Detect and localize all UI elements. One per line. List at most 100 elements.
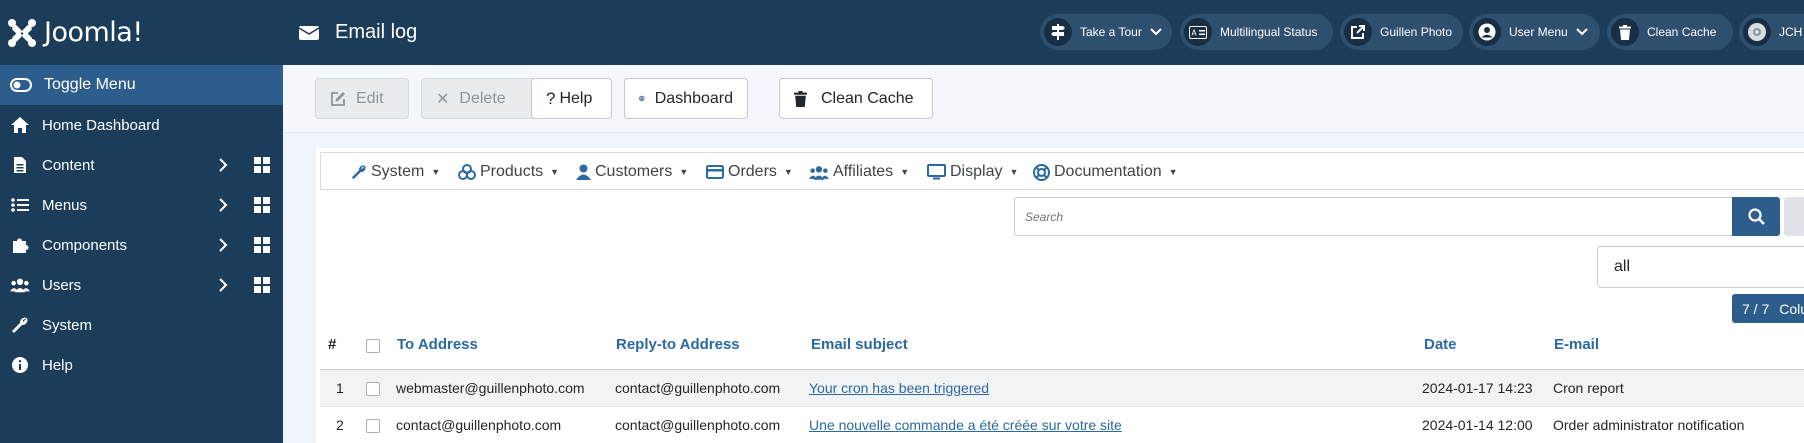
chevron-right-icon[interactable] <box>218 277 228 297</box>
cubes-icon <box>458 164 476 180</box>
caret-down-icon: ▼ <box>679 167 689 177</box>
row-reply-to-address: contact@guillenphoto.com <box>615 380 781 396</box>
columns-toggle-button[interactable]: 7 / 7 Colu <box>1732 294 1804 323</box>
joomla-logo[interactable]: Joomla! <box>0 0 283 65</box>
menu-label: System <box>371 163 425 180</box>
dashboard-grid-icon[interactable] <box>254 157 270 177</box>
toggle-menu-button[interactable]: Toggle Menu <box>0 65 283 105</box>
menu-orders[interactable]: Orders ▼ <box>706 153 793 191</box>
sidebar-item-system[interactable]: System <box>0 305 283 345</box>
row-checkbox[interactable] <box>366 419 380 433</box>
column-header-date[interactable]: Date <box>1424 336 1457 353</box>
sidebar-item-menus[interactable]: Menus <box>0 185 283 225</box>
sidebar-item-label: Help <box>42 356 73 374</box>
take-a-tour-label: Take a Tour <box>1080 25 1142 39</box>
row-checkbox[interactable] <box>366 382 380 396</box>
take-a-tour-button[interactable]: Take a Tour <box>1040 14 1172 50</box>
chevron-right-icon[interactable] <box>218 157 228 177</box>
menu-label: Orders <box>728 163 777 180</box>
search-input[interactable] <box>1014 197 1733 236</box>
menu-display[interactable]: Display ▼ <box>927 153 1018 191</box>
column-header-reply-to-address[interactable]: Reply-to Address <box>616 336 740 353</box>
monitor-icon <box>927 164 946 180</box>
guillen-photo-link[interactable]: Guillen Photo <box>1340 14 1463 50</box>
column-header-email-subject[interactable]: Email subject <box>811 336 908 353</box>
hikashop-menu-bar: System ▼ Products ▼ Customers ▼ Orders ▼ Aff… <box>320 152 1804 190</box>
menu-documentation[interactable]: Documentation ▼ <box>1033 153 1178 191</box>
caret-down-icon: ▼ <box>900 167 910 177</box>
row-email-type: Order administrator notification <box>1553 417 1745 433</box>
user-menu-button[interactable]: User Menu <box>1469 14 1600 50</box>
dashboard-label: Dashboard <box>654 89 733 107</box>
menu-label: Customers <box>595 163 673 180</box>
chevron-right-icon[interactable] <box>218 197 228 217</box>
menu-affiliates[interactable]: Affiliates ▼ <box>809 153 909 191</box>
multilingual-status-button[interactable]: A Multilingual Status <box>1180 14 1333 50</box>
envelope-icon <box>299 25 319 40</box>
help-label: Help <box>559 89 593 107</box>
row-number: 1 <box>336 380 344 396</box>
menu-system[interactable]: System ▼ <box>351 153 440 191</box>
sidebar-item-components[interactable]: Components <box>0 225 283 265</box>
signpost-icon <box>1044 18 1072 46</box>
menu-products[interactable]: Products ▼ <box>458 153 559 191</box>
sidebar-item-content[interactable]: Content <box>0 145 283 185</box>
menu-label: Display <box>950 163 1003 180</box>
clear-search-button[interactable] <box>1784 197 1804 236</box>
user-icon <box>576 164 591 180</box>
clean-cache-button[interactable]: Clean Cache <box>779 78 933 119</box>
search-button[interactable] <box>1732 197 1780 236</box>
delete-button[interactable]: ✕ Delete <box>421 78 536 119</box>
row-date: 2024-01-14 12:00 <box>1422 417 1533 433</box>
joomla-logo-icon <box>8 18 36 47</box>
dashboard-grid-icon[interactable] <box>254 277 270 297</box>
sidebar-item-help[interactable]: Help <box>0 345 283 385</box>
dashboard-grid-icon[interactable] <box>254 197 270 217</box>
row-email-subject-link[interactable]: Your cron has been triggered <box>809 380 989 396</box>
row-to-address: webmaster@guillenphoto.com <box>396 380 585 396</box>
sidebar-item-users[interactable]: Users <box>0 265 283 305</box>
column-header-email[interactable]: E-mail <box>1554 336 1599 353</box>
dashboard-button[interactable]: Dashboard <box>624 78 748 119</box>
sidebar-item-home-dashboard[interactable]: Home Dashboard <box>0 105 283 145</box>
row-email-type: Cron report <box>1553 380 1624 396</box>
sidebar-item-label: Home Dashboard <box>42 116 160 134</box>
caret-down-icon: ▼ <box>783 167 793 177</box>
jch-optimize-label: JCH O <box>1779 25 1804 39</box>
user-circle-icon <box>1473 18 1501 46</box>
trash-icon <box>1611 18 1639 46</box>
credit-card-icon <box>706 165 724 179</box>
row-to-address: contact@guillenphoto.com <box>396 417 562 433</box>
sidebar-item-label: Components <box>42 236 128 254</box>
row-email-subject-link[interactable]: Une nouvelle commande a été créée sur vo… <box>809 417 1122 433</box>
user-menu-label: User Menu <box>1509 25 1568 39</box>
row-date: 2024-01-17 14:23 <box>1422 380 1533 396</box>
top-header: Email log Take a Tour A Multilingual Sta… <box>283 0 1804 65</box>
puzzle-icon <box>10 236 30 254</box>
disc-icon <box>1743 18 1771 46</box>
toggle-menu-label: Toggle Menu <box>44 76 136 93</box>
clean-cache-header-button[interactable]: Clean Cache <box>1607 14 1733 50</box>
chevron-right-icon[interactable] <box>218 237 228 257</box>
dashboard-grid-icon[interactable] <box>254 237 270 257</box>
edit-label: Edit <box>356 89 384 107</box>
search-icon <box>1747 208 1765 225</box>
menu-label: Documentation <box>1054 163 1162 180</box>
close-icon: ✕ <box>436 90 450 108</box>
help-button[interactable]: ? Help <box>531 78 612 119</box>
life-ring-icon <box>1033 163 1050 181</box>
page-title: Email log <box>335 21 418 43</box>
menu-label: Products <box>480 163 544 180</box>
clean-cache-label: Clean Cache <box>821 89 914 107</box>
table-row: 2 contact@guillenphoto.com contact@guill… <box>320 407 1804 443</box>
columns-count: 7 / 7 <box>1742 300 1770 317</box>
users-icon <box>10 277 30 293</box>
question-icon: ? <box>546 88 556 108</box>
column-header-to-address[interactable]: To Address <box>397 336 478 353</box>
select-all-checkbox[interactable] <box>366 339 380 353</box>
edit-button[interactable]: Edit <box>315 78 409 119</box>
jch-optimize-button[interactable]: JCH O <box>1739 14 1804 50</box>
language-card-icon: A <box>1184 18 1212 46</box>
filter-select[interactable]: all <box>1597 246 1804 288</box>
menu-customers[interactable]: Customers ▼ <box>576 153 688 191</box>
